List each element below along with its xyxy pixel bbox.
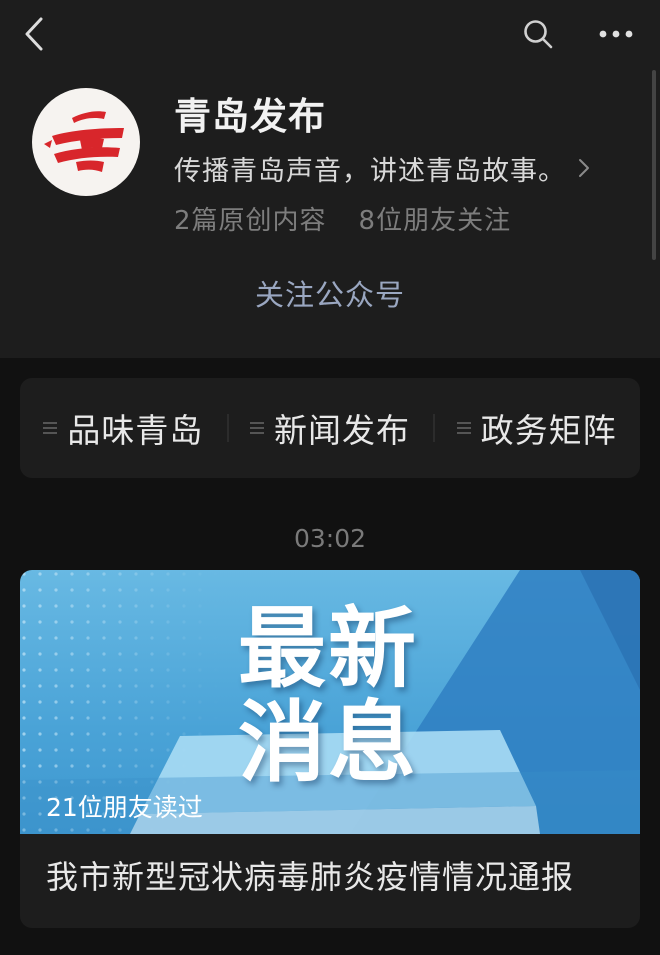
article-title[interactable]: 我市新型冠状病毒肺炎疫情情况通报 <box>46 852 574 898</box>
menu-item-news-release[interactable]: 新闻发布 <box>226 378 434 478</box>
read-count: 21位朋友读过 <box>46 793 203 822</box>
friends-following: 8位朋友关注 <box>358 206 512 236</box>
menu-item-label: 新闻发布 <box>274 411 410 450</box>
original-count: 2篇原创内容 <box>174 206 327 236</box>
menu-item-label: 品味青岛 <box>67 411 204 450</box>
account-description-row[interactable]: 传播青岛声音，讲述青岛故事。 <box>174 148 590 188</box>
account-name: 青岛发布 <box>174 95 326 138</box>
menu-item-pinwei-qingdao[interactable]: 品味青岛 <box>20 378 227 478</box>
search-icon <box>524 20 553 49</box>
follow-button[interactable]: 关注公众号 <box>230 272 430 318</box>
account-menu: 品味青岛 新闻发布 政务矩阵 <box>20 378 640 478</box>
scrollbar[interactable] <box>652 70 656 260</box>
menu-lines-icon <box>43 420 58 436</box>
account-avatar[interactable] <box>32 88 140 196</box>
message-timestamp: 03:02 <box>293 524 367 553</box>
more-dots-icon <box>599 30 633 38</box>
menu-lines-icon <box>456 420 471 436</box>
more-button[interactable] <box>594 14 638 54</box>
menu-item-label: 政务矩阵 <box>480 411 617 450</box>
menu-item-government-matrix[interactable]: 政务矩阵 <box>433 378 640 478</box>
qingdao-logo-icon <box>44 111 124 172</box>
chevron-right-icon <box>578 158 590 178</box>
back-arrow-icon <box>25 17 43 51</box>
back-button[interactable] <box>14 14 54 54</box>
article-cover-image: 最新 消息 21位朋友读过 <box>20 570 640 834</box>
article-card[interactable]: 最新 消息 21位朋友读过 我市新型冠状病毒肺炎疫情情况通报 <box>20 570 640 928</box>
account-description: 传播青岛声音，讲述青岛故事。 <box>174 155 566 187</box>
cover-line-1: 最新 <box>238 597 419 700</box>
search-button[interactable] <box>518 14 558 54</box>
cover-headline: 最新 消息 <box>238 602 458 790</box>
cover-line-2: 消息 <box>238 691 419 794</box>
account-stats: 2篇原创内容 8位朋友关注 <box>174 200 511 237</box>
menu-lines-icon <box>250 420 264 436</box>
account-header: 青岛发布 传播青岛声音，讲述青岛故事。 2篇原创内容 8位朋友关注 关注公众号 <box>0 0 660 358</box>
